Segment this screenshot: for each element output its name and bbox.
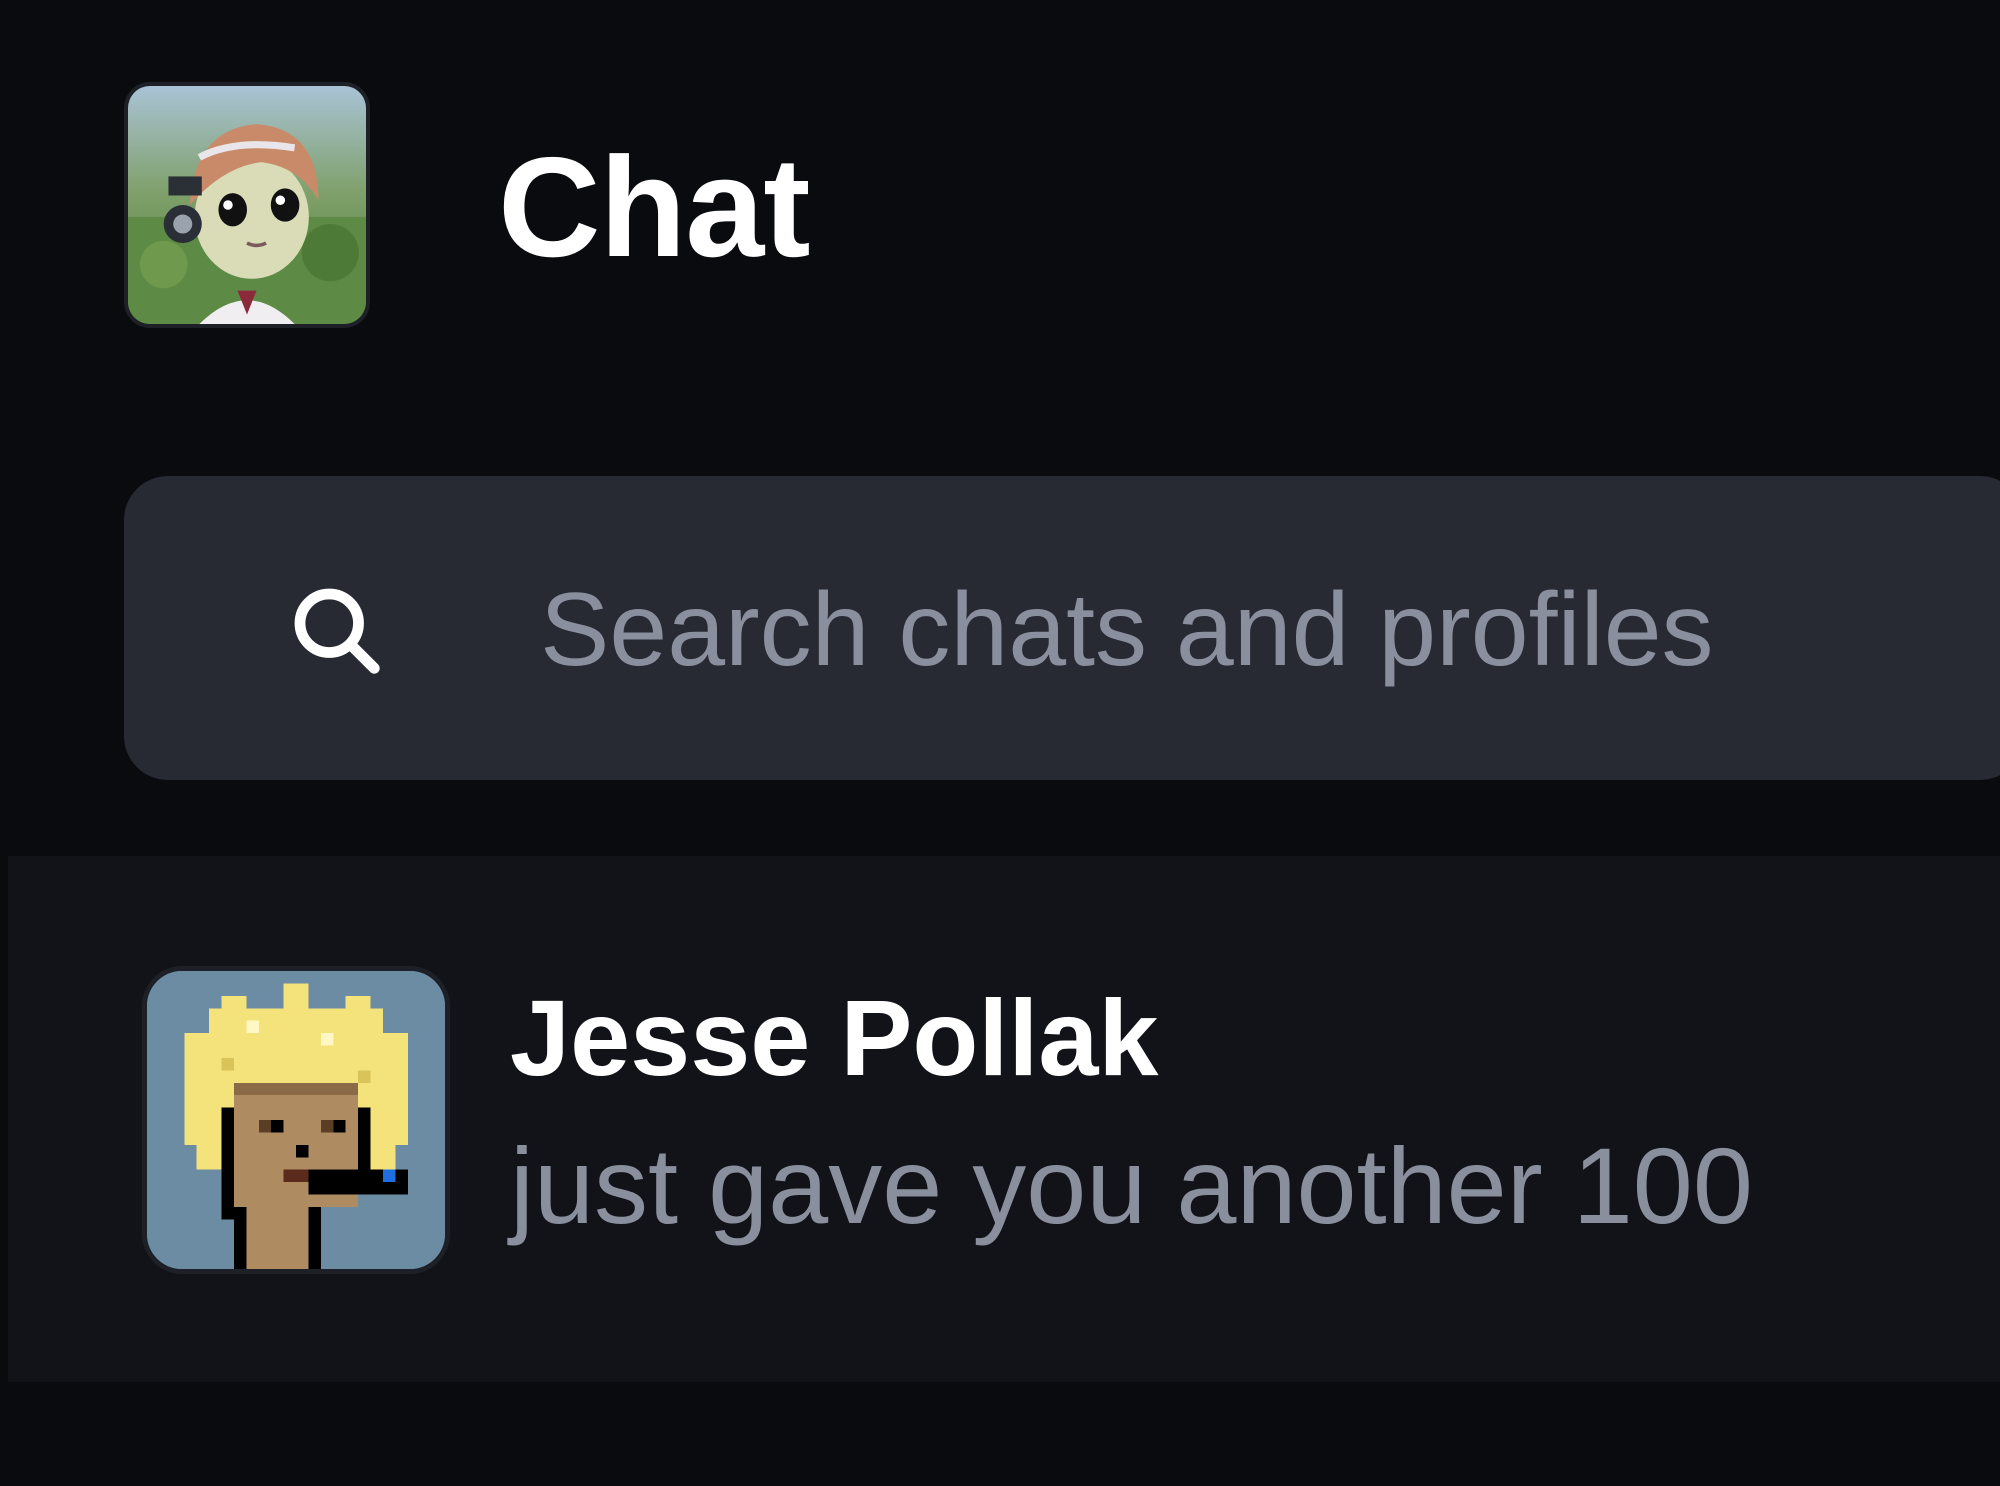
contact-avatar — [142, 966, 450, 1274]
pixel-punk-avatar-icon — [147, 971, 445, 1269]
chat-list-item[interactable]: Jesse Pollak just gave you another 100 — [8, 856, 2000, 1382]
search-icon[interactable] — [282, 576, 390, 684]
chat-list: Jesse Pollak just gave you another 100 — [8, 856, 2000, 1382]
search-input[interactable] — [540, 560, 1980, 700]
chat-page: Chat Search chats and profiles Jesse Pol… — [0, 0, 2000, 1486]
profile-avatar[interactable] — [124, 82, 370, 328]
message-preview: just gave you another 100 — [510, 1125, 1753, 1246]
page-title: Chat — [498, 128, 811, 287]
anime-avatar-icon — [128, 86, 366, 324]
contact-name: Jesse Pollak — [510, 977, 1159, 1098]
